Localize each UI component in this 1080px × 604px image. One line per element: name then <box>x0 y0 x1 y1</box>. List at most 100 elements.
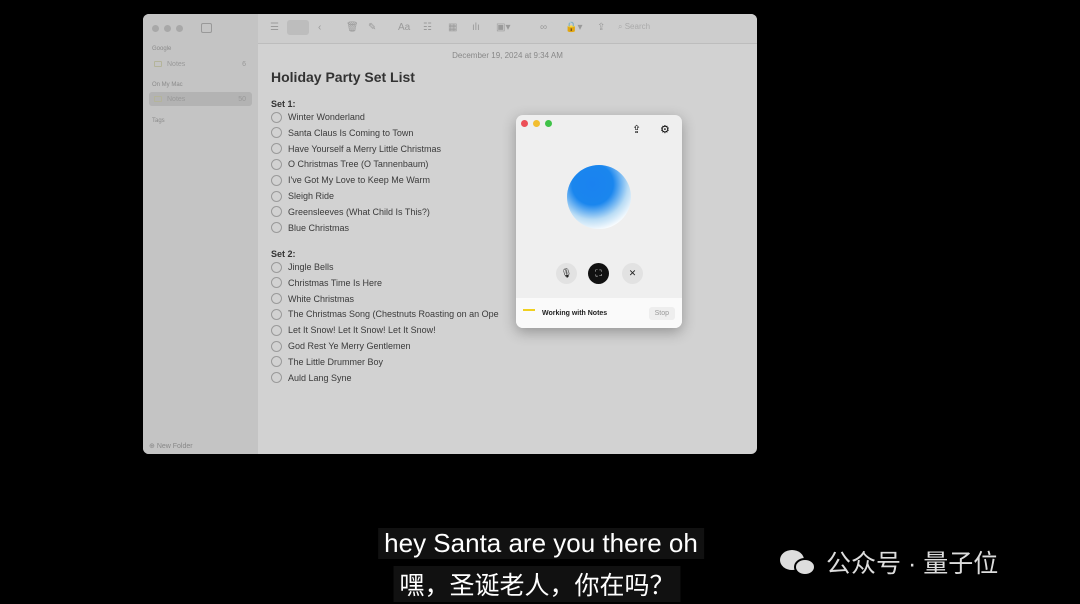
toolbar: ☰ ‹ 🗑 ✎ Aa ☷ ▦ ılı ▣▾ ∞ 🔒▾ ⇪ ⌕ Search <box>258 14 757 44</box>
checkbox[interactable] <box>271 206 282 218</box>
checkbox[interactable] <box>271 324 282 336</box>
checklist-item-text: Blue Christmas <box>288 222 350 233</box>
format-icon[interactable]: Aa <box>398 22 410 33</box>
note-editor[interactable]: December 19, 2024 at 9:34 AM Holiday Par… <box>258 44 757 454</box>
section-tags: Tags <box>152 118 165 124</box>
checklist-item-text: Winter Wonderland <box>288 112 365 122</box>
checklist-item-text: Let It Snow! Let It Snow! Let It Snow! <box>288 325 436 336</box>
checklist-item-text: Christmas Time Is Here <box>288 277 383 288</box>
set2-heading: Set 2: <box>271 249 296 259</box>
gallery-view-icon[interactable] <box>287 20 309 35</box>
checkbox[interactable] <box>271 308 282 320</box>
watermark: 公众号 · 量子位 <box>780 544 998 580</box>
share-icon[interactable]: ⇪ <box>632 123 641 136</box>
section-google: Google <box>152 46 172 52</box>
lock-icon[interactable]: 🔒▾ <box>565 22 582 33</box>
watermark-text: 公众号 · 量子位 <box>826 550 999 578</box>
checklist-item[interactable]: Blue Christmas <box>271 221 349 235</box>
checkbox[interactable] <box>271 340 282 352</box>
checklist-item[interactable]: Sleigh Ride <box>271 189 334 203</box>
list-view-icon[interactable]: ☰ <box>270 22 279 33</box>
checklist-item-text: The Christmas Song (Chestnuts Roasting o… <box>288 309 499 320</box>
table-icon[interactable]: ▦ <box>448 22 457 33</box>
checkbox[interactable] <box>271 174 282 186</box>
checklist-item[interactable]: Santa Claus Is Coming to Town <box>271 126 413 140</box>
checklist-item[interactable]: Have Yourself a Merry Little Christmas <box>271 142 441 156</box>
new-folder-button[interactable]: ⊕ New Folder <box>149 442 193 450</box>
checklist-item-text: I've Got My Love to Keep Me Warm <box>288 175 430 186</box>
checklist-item[interactable]: Greensleeves (What Child Is This?) <box>271 205 430 219</box>
trash-icon[interactable]: 🗑 <box>346 22 359 33</box>
subtitle-chinese: 嘿，圣诞老人，你在吗？ <box>393 566 681 602</box>
section-on-my-mac: On My Mac <box>152 82 183 88</box>
compose-icon[interactable]: ✎ <box>368 22 376 33</box>
checklist-item-text: White Christmas <box>288 293 355 304</box>
checkbox[interactable] <box>271 356 282 368</box>
item-count: 6 <box>242 60 246 68</box>
minimize-window-button[interactable] <box>533 120 540 127</box>
search-field[interactable]: ⌕ Search <box>618 22 650 32</box>
checklist-item-text: Jingle Bells <box>288 262 334 272</box>
audio-icon[interactable]: ılı <box>472 22 480 33</box>
checkbox[interactable] <box>271 261 282 273</box>
checkbox[interactable] <box>271 127 282 139</box>
assistant-popup: ⇪ ⚙ 🎙 ⛶ ✕ Working with Notes Stop <box>516 115 682 328</box>
item-label: Notes <box>167 60 186 68</box>
note-date: December 19, 2024 at 9:34 AM <box>452 51 563 60</box>
folder-icon <box>154 61 162 67</box>
checklist-item[interactable]: I've Got My Love to Keep Me Warm <box>271 173 430 187</box>
checklist-item[interactable]: Let It Snow! Let It Snow! Let It Snow! <box>271 323 436 337</box>
close-session-button[interactable]: ✕ <box>622 263 643 284</box>
checklist-item-text: God Rest Ye Merry Gentlemen <box>288 341 411 351</box>
subtitle-english: hey Santa are you there oh <box>378 528 704 559</box>
checklist-item[interactable]: Auld Lang Syne <box>271 371 352 385</box>
status-bar: Working with Notes Stop <box>516 298 682 328</box>
checklist-item-text: Have Yourself a Merry Little Christmas <box>288 143 442 154</box>
checklist-item[interactable]: God Rest Ye Merry Gentlemen <box>271 339 411 353</box>
assistant-orb <box>567 165 631 229</box>
sidebar-toggle-icon[interactable] <box>201 23 212 33</box>
checklist-item[interactable]: Christmas Time Is Here <box>271 276 382 290</box>
sidebar-item-mac-notes[interactable]: Notes 50 <box>149 92 252 106</box>
checklist-item[interactable]: Winter Wonderland <box>271 110 365 124</box>
stop-button[interactable]: Stop <box>648 306 675 320</box>
sidebar: Google Notes 6 On My Mac Notes 50 Tags ⊕ N… <box>143 14 258 454</box>
checkbox[interactable] <box>271 277 282 289</box>
sidebar-item-google-notes[interactable]: Notes 6 <box>149 57 252 71</box>
back-icon[interactable]: ‹ <box>318 22 321 33</box>
checkbox[interactable] <box>271 111 282 123</box>
checklist-item[interactable]: O Christmas Tree (O Tannenbaum) <box>271 157 428 171</box>
share-icon[interactable]: ⇪ <box>597 22 605 33</box>
media-icon[interactable]: ▣▾ <box>496 22 510 33</box>
zoom-window-button[interactable] <box>545 120 552 127</box>
checklist-item-text: The Little Drummer Boy <box>288 356 384 367</box>
checklist-item-text: Santa Claus Is Coming to Town <box>288 127 414 138</box>
status-text: Working with Notes <box>542 309 608 317</box>
folder-icon <box>154 96 162 102</box>
checklist-icon[interactable]: ☷ <box>423 22 432 33</box>
window-controls[interactable] <box>152 25 183 32</box>
checklist-item-text: Greensleeves (What Child Is This?) <box>288 206 430 217</box>
checkbox[interactable] <box>271 190 282 202</box>
checklist-item-text: Auld Lang Syne <box>288 372 352 383</box>
checklist-item[interactable]: The Christmas Song (Chestnuts Roasting o… <box>271 307 499 321</box>
settings-sliders-icon[interactable]: ⚙ <box>660 123 670 136</box>
checkbox[interactable] <box>271 222 282 234</box>
checklist-item[interactable]: The Little Drummer Boy <box>271 355 383 369</box>
checklist-item-text: O Christmas Tree (O Tannenbaum) <box>288 159 429 170</box>
screen-share-button[interactable]: ⛶ <box>588 263 609 284</box>
notes-app-icon <box>523 309 535 317</box>
checklist-item[interactable]: White Christmas <box>271 292 354 306</box>
wechat-icon <box>780 548 818 576</box>
new-folder-label: New Folder <box>156 443 193 450</box>
checkbox[interactable] <box>271 143 282 155</box>
checkbox[interactable] <box>271 158 282 170</box>
checklist-item[interactable]: Jingle Bells <box>271 260 334 274</box>
checkbox[interactable] <box>271 293 282 305</box>
collaborate-icon[interactable]: ∞ <box>540 22 547 33</box>
item-count: 50 <box>238 95 246 103</box>
item-label: Notes <box>167 95 186 103</box>
checkbox[interactable] <box>271 372 282 384</box>
microphone-button[interactable]: 🎙 <box>556 263 577 284</box>
close-window-button[interactable] <box>521 120 528 127</box>
